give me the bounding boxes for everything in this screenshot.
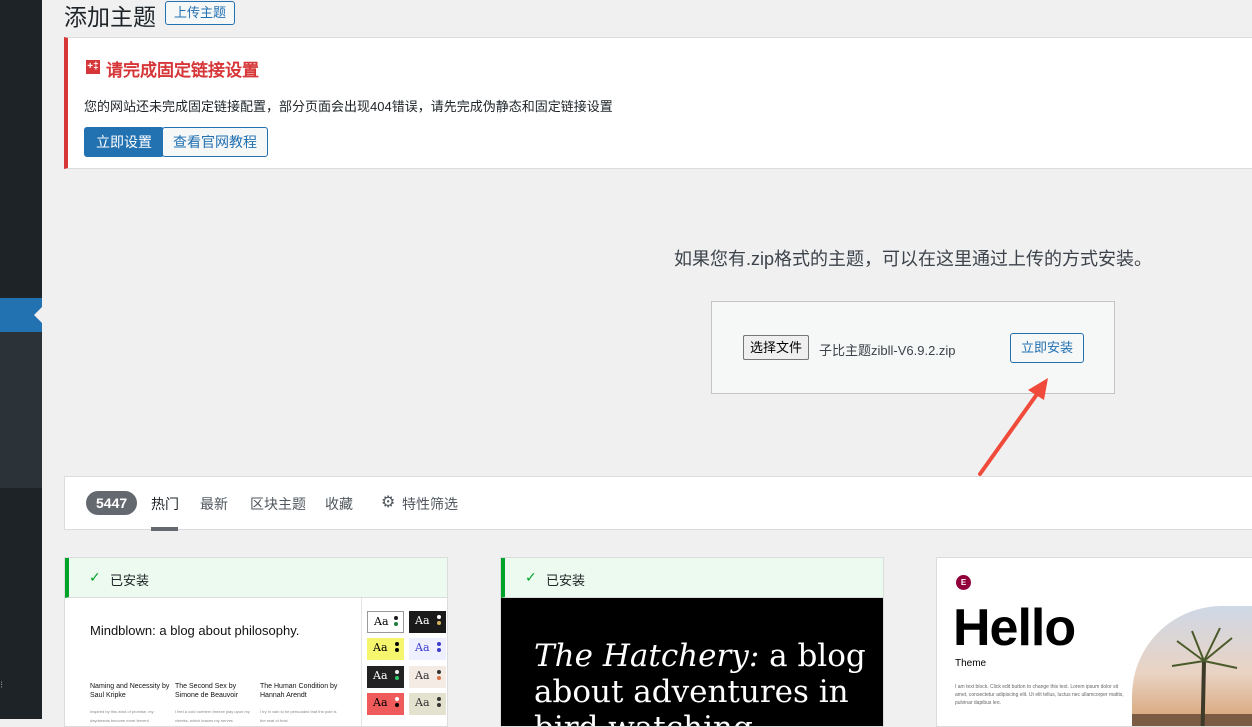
style-swatch: Aa — [367, 611, 404, 633]
theme-filter-bar: 5447 热门 最新 区块主题 收藏 ⚙ 特性筛选 — [64, 476, 1252, 531]
sidebar-item-appearance[interactable] — [0, 298, 42, 332]
tab-popular[interactable]: 热门 — [151, 494, 179, 514]
preview-title: Hello — [953, 599, 1076, 657]
upload-help-text: 如果您有.zip格式的主题，可以在这里通过上传的方式安装。 — [674, 249, 1153, 269]
elementor-logo-icon: E — [956, 575, 971, 590]
preview-post-text: Inspired by this wind of promise, my day… — [90, 709, 154, 723]
setup-now-button[interactable]: 立即设置 — [84, 127, 164, 157]
style-swatch: Aa — [367, 638, 404, 660]
preview-divider — [361, 598, 362, 726]
preview-post-title: The Second Sex by Simone de Beauvoir — [175, 683, 239, 699]
preview-post-text: I feel a cold northern breeze play upon … — [175, 709, 250, 723]
active-tab-indicator — [151, 527, 178, 531]
theme-card[interactable]: E Hello Theme I am text block. Click edi… — [936, 557, 1252, 727]
style-swatch: Aa — [409, 638, 446, 660]
style-swatch: Aa — [409, 666, 446, 688]
preview-subtitle: Theme — [955, 658, 987, 669]
gear-icon[interactable]: ⚙ — [381, 492, 395, 512]
sidebar-submenu — [0, 332, 42, 488]
page-title: 添加主题 — [64, 4, 156, 30]
preview-post-text: I try in vain to be persuaded that the p… — [260, 709, 337, 723]
style-swatch: Aa — [367, 693, 404, 715]
sidebar-collapse-icon[interactable]: ⁝ — [0, 680, 3, 691]
preview-title: Mindblown: a blog about philosophy. — [90, 623, 300, 638]
preview-headline: The Hatchery: a blog about adventures in… — [534, 638, 866, 726]
view-tutorial-button[interactable]: 查看官网教程 — [162, 127, 268, 157]
theme-card[interactable]: ✓ 已安装 The Hatchery: a blog about adventu… — [500, 557, 884, 727]
admin-sidebar: ⁝ — [0, 0, 42, 719]
check-icon: ✓ — [525, 569, 537, 585]
install-now-button[interactable]: 立即安装 — [1010, 333, 1085, 363]
installed-label: 已安装 — [110, 573, 150, 588]
style-swatch: Aa — [367, 666, 404, 688]
style-swatch: Aa — [409, 611, 446, 633]
permalink-notice: +‡ 请完成固定链接设置 您的网站还未完成固定链接配置，部分页面会出现404错误… — [64, 37, 1252, 169]
installed-label: 已安装 — [546, 573, 586, 588]
chosen-file-name: 子比主题zibll-V6.9.2.zip — [819, 343, 956, 358]
tab-latest[interactable]: 最新 — [200, 494, 228, 514]
installed-notice: ✓ 已安装 — [65, 558, 447, 598]
preview-post-title: The Human Condition by Hannah Arendt — [260, 683, 338, 699]
tab-favorites[interactable]: 收藏 — [325, 494, 353, 514]
theme-card[interactable]: ✓ 已安装 Mindblown: a blog about philosophy… — [64, 557, 448, 727]
feature-filter-button[interactable]: 特性筛选 — [402, 494, 458, 514]
tab-block-themes[interactable]: 区块主题 — [250, 494, 306, 514]
notice-title: 请完成固定链接设置 — [106, 61, 259, 80]
annotation-arrow-icon — [978, 378, 1048, 476]
warning-icon: +‡ — [86, 60, 100, 74]
theme-count-badge: 5447 — [86, 491, 138, 515]
notice-text: 您的网站还未完成固定链接配置，部分页面会出现404错误，请先完成伪静态和固定链接… — [84, 99, 613, 114]
choose-file-button[interactable]: 选择文件 — [743, 335, 810, 360]
upload-theme-button[interactable]: 上传主题 — [165, 1, 236, 25]
style-swatch: Aa — [409, 693, 446, 715]
preview-text: I am text block. Click edit button to ch… — [955, 684, 1124, 706]
preview-post-title: Naming and Necessity by Saul Kripke — [90, 683, 170, 699]
installed-notice: ✓ 已安装 — [501, 558, 883, 598]
check-icon: ✓ — [89, 569, 101, 585]
preview-photo — [1132, 606, 1252, 726]
